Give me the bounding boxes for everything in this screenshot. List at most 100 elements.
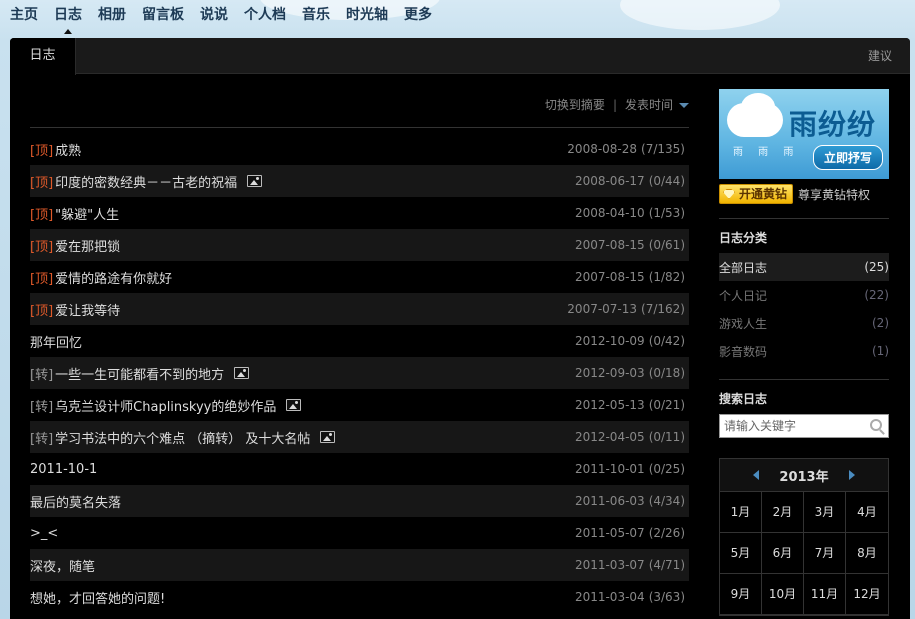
sort-label: 发表时间 [624, 98, 673, 112]
vip-privilege-link[interactable]: 尊享黄钻特权 [798, 186, 870, 203]
tab-blog[interactable]: 日志 [10, 38, 76, 75]
calendar-month[interactable]: 6月 [762, 533, 804, 574]
image-icon [286, 399, 302, 411]
category-label: 全部日志 [719, 260, 768, 275]
calendar-month[interactable]: 1月 [720, 492, 762, 533]
category-count: (2) [872, 316, 889, 330]
post-tag: [顶] [30, 303, 54, 319]
banner-cta-button[interactable]: 立即抒写 [812, 145, 883, 170]
post-counts: (7/135) [641, 142, 685, 156]
blog-post-row: [转] 乌克兰设计师Chaplinskyy的绝妙作品 2012-05-13 (0/21… [30, 389, 689, 421]
post-meta: 2011-03-04 (3/63) [575, 590, 685, 604]
category-label: 游戏人生 [719, 316, 768, 331]
post-title-link[interactable]: [顶] 印度的密数经典－－古老的祝福 [30, 172, 263, 191]
nav-item-1[interactable]: 日志 [54, 5, 82, 34]
post-counts: (0/44) [648, 174, 685, 188]
calendar-month[interactable]: 10月 [762, 574, 804, 615]
search-icon[interactable] [870, 419, 882, 431]
post-counts: (0/18) [648, 366, 685, 380]
post-title-link[interactable]: 那年回忆 [30, 332, 82, 351]
panel-header: 日志 建议 [10, 38, 910, 75]
post-title-link[interactable]: >_< [30, 526, 58, 541]
switch-summary-link[interactable]: 切换到摘要 [545, 98, 605, 112]
suggest-link[interactable]: 建议 [868, 38, 892, 74]
open-vip-button[interactable]: 开通黄钻 [719, 184, 794, 204]
vip-row: 开通黄钻 尊享黄钻特权 [719, 184, 889, 204]
next-year-icon[interactable] [848, 470, 855, 480]
search-title: 搜索日志 [719, 392, 768, 406]
category-item[interactable]: 全部日志 (25) [719, 253, 889, 281]
post-counts: (4/71) [648, 558, 685, 572]
calendar-month-grid: 1月 2月 3月 4月 5月 6月 7月 8月 9月 10月 11月 12月 [720, 492, 888, 615]
calendar-month[interactable]: 12月 [846, 574, 888, 615]
post-title-link[interactable]: 深夜，随笔 [30, 556, 95, 575]
sidebar: 雨 雨 雨 雨纷纷 立即抒写 开通黄钻 尊享黄钻特权 日志分类 全部日志 (25)… [719, 89, 889, 616]
nav-item-6[interactable]: 音乐 [302, 5, 330, 27]
post-title: 最后的莫名失落 [30, 495, 122, 511]
category-item[interactable]: 影音数码 (1) [719, 337, 889, 365]
prev-year-icon[interactable] [753, 470, 760, 480]
post-title-link[interactable]: 最后的莫名失落 [30, 492, 121, 511]
post-title-link[interactable]: [顶] 爱在那把锁 [30, 236, 120, 255]
post-title: 爱在那把锁 [55, 239, 121, 255]
post-counts: (1/53) [648, 206, 685, 220]
promo-banner[interactable]: 雨 雨 雨 雨纷纷 立即抒写 [719, 89, 889, 179]
calendar-month[interactable]: 11月 [804, 574, 846, 615]
category-label: 影音数码 [719, 344, 768, 359]
calendar-month[interactable]: 2月 [762, 492, 804, 533]
calendar-month[interactable]: 3月 [804, 492, 846, 533]
nav-item-5[interactable]: 个人档 [244, 5, 286, 27]
post-meta: 2007-07-13 (7/162) [567, 302, 685, 316]
post-title: 乌克兰设计师Chaplinskyy的绝妙作品 [55, 399, 277, 415]
post-tag: [顶] [30, 143, 54, 159]
nav-item-2[interactable]: 相册 [98, 5, 126, 27]
nav-item-3[interactable]: 留言板 [142, 5, 184, 27]
category-item[interactable]: 个人日记 (22) [719, 281, 889, 309]
blog-post-row: [顶] 成熟 2008-08-28 (7/135) [30, 133, 689, 165]
post-meta: 2011-10-01 (0/25) [575, 462, 685, 476]
nav-item-0[interactable]: 主页 [10, 5, 38, 27]
calendar-month[interactable]: 4月 [846, 492, 888, 533]
post-title-link[interactable]: [顶] 成熟 [30, 140, 81, 159]
post-title-link[interactable]: [顶] 爱让我等待 [30, 300, 120, 319]
calendar-month[interactable]: 8月 [846, 533, 888, 574]
post-tag: [转] [30, 431, 54, 447]
post-title-link[interactable]: [顶] 爱情的路途有你就好 [30, 268, 172, 287]
post-title-link[interactable]: [顶] "躲避"人生 [30, 204, 119, 223]
post-date: 2007-07-13 [567, 302, 638, 316]
post-title-link[interactable]: [转] 乌克兰设计师Chaplinskyy的绝妙作品 [30, 396, 302, 415]
post-date: 2007-08-15 [574, 238, 645, 252]
nav-item-7[interactable]: 时光轴 [346, 5, 388, 27]
post-tag: [转] [30, 367, 54, 383]
post-title: 爱情的路途有你就好 [55, 271, 173, 287]
categories-title: 日志分类 [719, 231, 768, 245]
post-date: 2012-04-05 [574, 430, 645, 444]
post-date: 2012-09-03 [574, 366, 645, 380]
post-meta: 2011-03-07 (4/71) [575, 558, 685, 572]
nav-item-4[interactable]: 说说 [200, 5, 228, 27]
calendar-month[interactable]: 5月 [720, 533, 762, 574]
list-toolbar: 切换到摘要 | 发表时间 [30, 74, 689, 128]
diamond-icon [723, 189, 735, 199]
nav-item-8[interactable]: 更多 [404, 5, 432, 27]
blog-post-row: 2011-10-1 2011-10-01 (0/25) [30, 453, 689, 485]
category-item[interactable]: 游戏人生 (2) [719, 309, 889, 337]
post-title-link[interactable]: 2011-10-1 [30, 462, 97, 477]
post-title-link[interactable]: 想她，才回答她的问题! [30, 588, 165, 607]
post-title: 一些一生可能都看不到的地方 [55, 367, 225, 383]
post-tag: [转] [30, 399, 54, 415]
calendar-month[interactable]: 9月 [720, 574, 762, 615]
top-nav: 主页 日志 相册 留言板 说说 个人档 音乐 时光轴 更多 [10, 5, 448, 34]
post-title-link[interactable]: [转] 一些一生可能都看不到的地方 [30, 364, 250, 383]
post-counts: (0/42) [648, 334, 685, 348]
calendar-year: 2013年 [779, 469, 829, 485]
post-counts: (1/82) [648, 270, 685, 284]
post-title-link[interactable]: [转] 学习书法中的六个难点 （摘转） 及十大名帖 [30, 428, 336, 447]
post-meta: 2012-10-09 (0/42) [575, 334, 685, 348]
post-title: 想她，才回答她的问题! [30, 591, 166, 607]
calendar-month[interactable]: 7月 [804, 533, 846, 574]
post-date: 2012-10-09 [574, 334, 645, 348]
sort-dropdown[interactable]: 发表时间 [625, 98, 689, 112]
search-input[interactable] [720, 415, 860, 437]
post-date: 2008-04-10 [574, 206, 645, 220]
